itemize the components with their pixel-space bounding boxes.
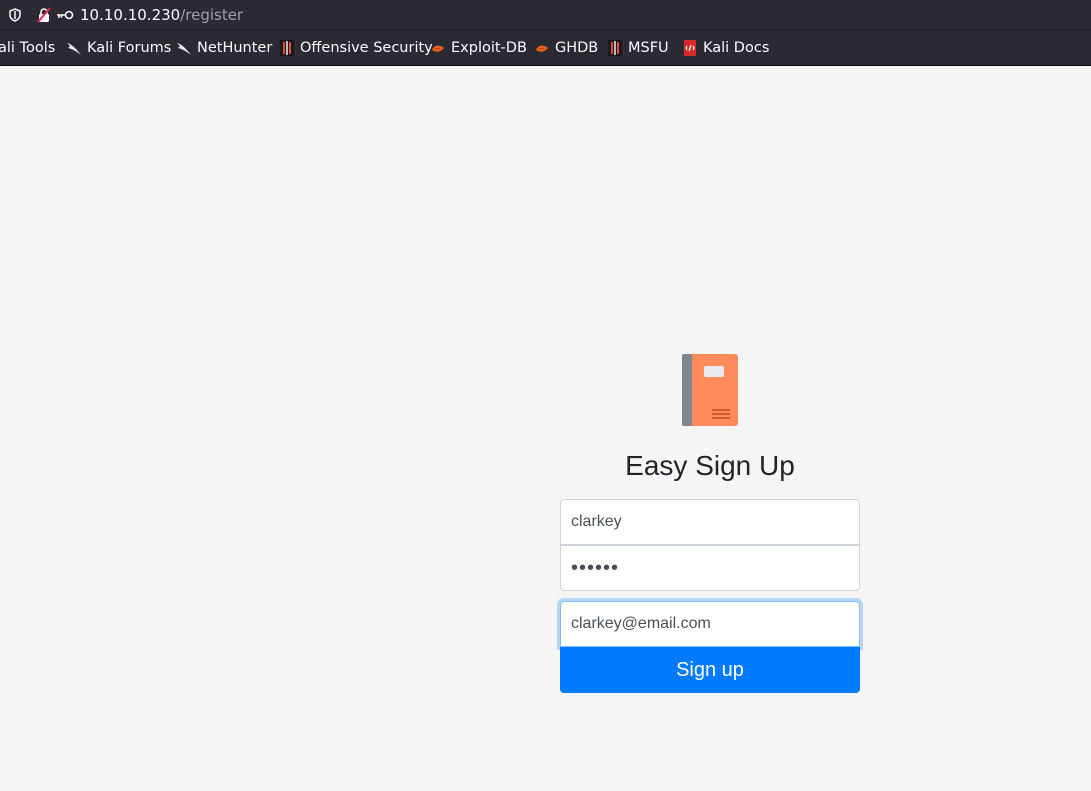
- browser-url-bar[interactable]: 10.10.10.230/register: [0, 0, 1091, 30]
- offsec-icon: [608, 40, 622, 56]
- password-input[interactable]: [560, 545, 860, 591]
- bookmark-label: NetHunter: [197, 40, 273, 56]
- bookmark-label: Kali Forums: [87, 40, 172, 56]
- bookmark-ghdb[interactable]: GHDB: [534, 39, 598, 57]
- bookmark-kali-forums[interactable]: Kali Forums: [66, 39, 171, 57]
- page-content: Easy Sign Up Sign up: [0, 66, 1091, 791]
- insecure-lock-icon[interactable]: [36, 7, 52, 23]
- notebook-icon: [682, 354, 738, 426]
- offsec-icon: [280, 40, 294, 56]
- url-host: 10.10.10.230: [80, 6, 181, 24]
- email-input[interactable]: [560, 601, 860, 647]
- kali-docs-icon: [684, 40, 696, 56]
- exploit-db-icon: [536, 45, 548, 52]
- bookmark-label: Kali Docs: [703, 40, 770, 56]
- sign-up-button[interactable]: Sign up: [560, 647, 860, 693]
- bookmark-kali-docs[interactable]: Kali Docs: [682, 39, 769, 57]
- bookmark-msfu[interactable]: MSFU: [607, 39, 669, 57]
- bookmark-kali-tools[interactable]: ali Tools: [0, 39, 55, 57]
- bookmark-label: GHDB: [555, 40, 599, 56]
- bookmark-label: Offensive Security: [300, 40, 433, 56]
- exploit-db-icon: [432, 45, 444, 52]
- url-path: /register: [180, 6, 244, 24]
- bookmark-nethunter[interactable]: NetHunter: [176, 39, 272, 57]
- bookmark-label: Exploit-DB: [451, 40, 527, 56]
- bookmarks-toolbar: ali Tools Kali Forums NetHunter Offensiv…: [0, 30, 1091, 66]
- kali-dragon-icon: [67, 43, 81, 55]
- bookmark-offensive-security[interactable]: Offensive Security: [279, 39, 433, 57]
- bookmark-exploit-db[interactable]: Exploit-DB: [430, 39, 527, 57]
- url-text[interactable]: 10.10.10.230/register: [80, 6, 243, 24]
- bookmark-label: MSFU: [628, 40, 669, 56]
- username-input[interactable]: [560, 499, 860, 545]
- bookmark-label: ali Tools: [0, 40, 56, 56]
- shield-icon[interactable]: [8, 8, 22, 22]
- page-title: Easy Sign Up: [625, 450, 795, 481]
- key-icon[interactable]: [56, 9, 74, 21]
- kali-dragon-icon: [177, 43, 191, 55]
